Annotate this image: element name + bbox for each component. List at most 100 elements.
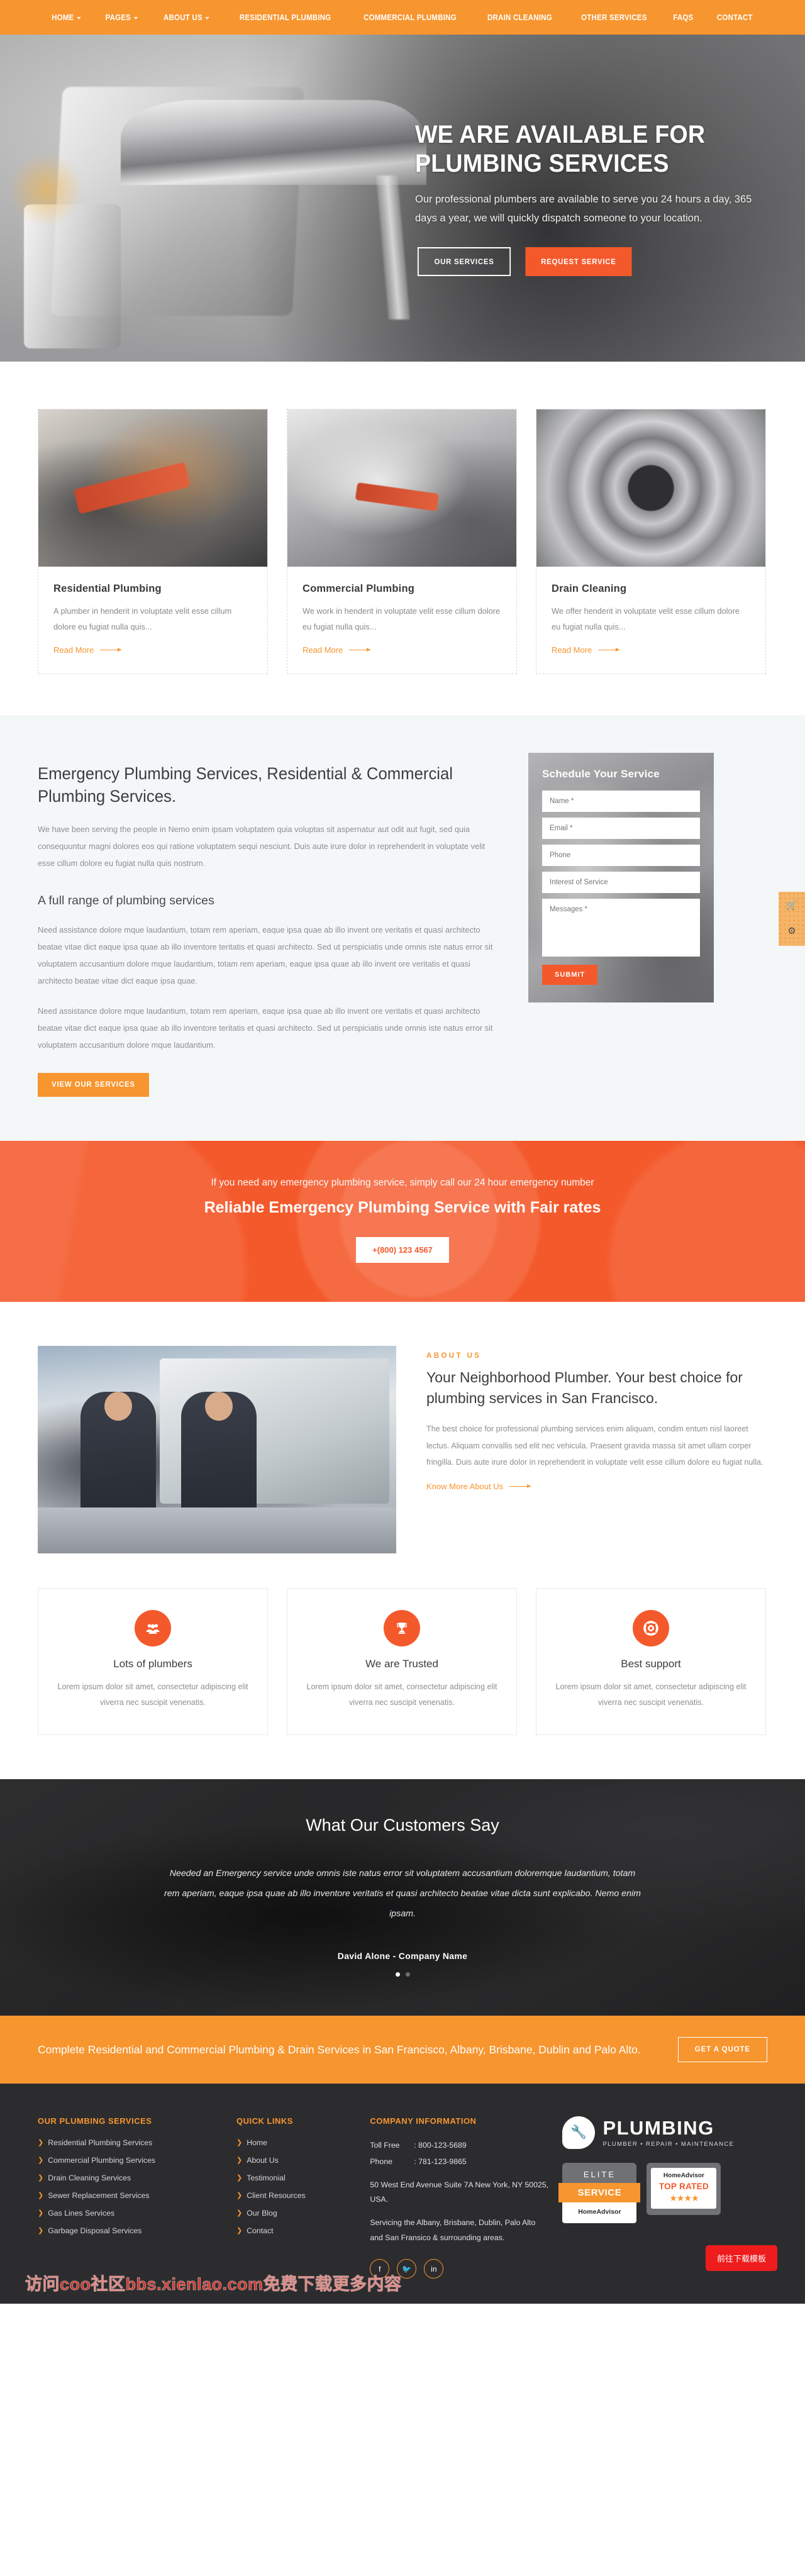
cta-inner: Complete Residential and Commercial Plum… [38, 2037, 767, 2063]
chevron-right-icon: ❯ [38, 2156, 44, 2164]
footer-link-drain[interactable]: ❯ Drain Cleaning Services [38, 2174, 224, 2182]
emergency-services-section: Emergency Plumbing Services, Residential… [0, 714, 805, 1141]
phone-input[interactable] [542, 844, 700, 866]
our-services-button[interactable]: OUR SERVICES [417, 247, 511, 276]
footer-link-label: Residential Plumbing Services [48, 2138, 153, 2148]
footer-link-contact[interactable]: ❯ Contact [236, 2226, 357, 2235]
read-more-link[interactable]: Read More [303, 645, 501, 655]
footer-link-about-us[interactable]: ❯ About Us [236, 2156, 357, 2165]
footer-link-our-blog[interactable]: ❯ Our Blog [236, 2209, 357, 2218]
footer-link-gas[interactable]: ❯ Gas Lines Services [38, 2209, 224, 2218]
badge-top-rated-label: TOP RATED [658, 2182, 709, 2192]
emergency-phone-button[interactable]: +(800) 123 4567 [356, 1237, 449, 1263]
nav-item-commercial-plumbing[interactable]: COMMERCIAL PLUMBING [355, 13, 465, 22]
read-more-link[interactable]: Read More [552, 645, 750, 655]
nav-item-contact[interactable]: CONTACT [708, 13, 762, 22]
cta-heading: Complete Residential and Commercial Plum… [38, 2043, 641, 2056]
phone-row: Phone : 781-123-9865 [370, 2155, 550, 2169]
footer-link-residential[interactable]: ❯ Residential Plumbing Services [38, 2138, 224, 2147]
pagination-dot-1[interactable] [395, 1972, 400, 1977]
brand-name: PLUMBING [602, 2116, 714, 2139]
page-root: HOME PAGES ABOUT US RESIDENTIAL PLUMBING… [0, 0, 805, 2304]
badge-top-rated: HomeAdvisor TOP RATED ★★★★ [647, 2163, 721, 2216]
name-input[interactable] [542, 790, 700, 812]
hero-banner: WE ARE AVAILABLE FOR PLUMBING SERVICES O… [0, 35, 805, 362]
nav-item-home[interactable]: HOME [43, 13, 90, 22]
wrench-tools-icon: 🔧 [562, 2116, 596, 2150]
service-card-title: Drain Cleaning [552, 583, 627, 594]
chevron-right-icon: ❯ [236, 2174, 243, 2182]
chevron-down-icon [77, 16, 82, 19]
brand-text: PLUMBING PLUMBER • REPAIR • MAINTENANCE [602, 2118, 734, 2148]
feature-text: Lorem ipsum dolor sit amet, consectetur … [306, 1682, 497, 1707]
footer-link-client-resources[interactable]: ❯ Client Resources [236, 2191, 357, 2200]
nav-item-residential-plumbing[interactable]: RESIDENTIAL PLUMBING [230, 13, 340, 22]
request-service-button[interactable]: REQUEST SERVICE [525, 247, 632, 276]
emergency-call-band: If you need any emergency plumbing servi… [0, 1141, 805, 1302]
chevron-right-icon: ❯ [236, 2209, 243, 2217]
phone-value: : 781-123-9865 [414, 2157, 467, 2166]
feature-text: Lorem ipsum dolor sit amet, consectetur … [555, 1682, 747, 1707]
chevron-down-icon [205, 16, 210, 19]
star-rating-icon: ★★★★ [669, 2193, 699, 2204]
nav-item-faqs[interactable]: FAQS [664, 13, 702, 22]
footer-link-label: Our Blog [247, 2209, 277, 2218]
service-card-image [38, 409, 267, 567]
pagination-dot-2[interactable] [405, 1972, 410, 1977]
view-our-services-button[interactable]: VIEW OUR SERVICES [38, 1073, 149, 1097]
chevron-right-icon: ❯ [38, 2191, 44, 2199]
footer-column-company-info: COMPANY INFORMATION Toll Free : 800-123-… [370, 2116, 550, 2279]
feature-card-support: Best support Lorem ipsum dolor sit amet,… [536, 1588, 766, 1736]
footer-link-label: Gas Lines Services [48, 2209, 115, 2218]
badge-homeadvisor-label: HomeAdvisor [663, 2172, 704, 2180]
brand-tagline: PLUMBER • REPAIR • MAINTENANCE [602, 2140, 735, 2148]
emergency-inner: Emergency Plumbing Services, Residential… [38, 752, 767, 1097]
feature-card-trusted: We are Trusted Lorem ipsum dolor sit ame… [287, 1588, 517, 1736]
figure-head [104, 1391, 133, 1421]
about-heading: Your Neighborhood Plumber. Your best cho… [426, 1369, 743, 1406]
service-card-drain[interactable]: Drain Cleaning We offer henderit in volu… [536, 409, 766, 674]
service-card-residential[interactable]: Residential Plumbing A plumber in hender… [38, 409, 268, 674]
service-card-text: We work in henderit in voluptate velit e… [303, 606, 501, 631]
about-inner: ABOUT US Your Neighborhood Plumber. Your… [38, 1346, 767, 1554]
plumber-figure-1 [80, 1391, 157, 1554]
footer-link-garbage[interactable]: ❯ Garbage Disposal Services [38, 2226, 224, 2235]
download-template-button[interactable]: 前往下载模板 [705, 2245, 777, 2272]
linkedin-icon[interactable]: in [424, 2259, 444, 2279]
tollfree-value: : 800-123-5689 [414, 2141, 467, 2150]
testimonial-author: David Alone - Company Name [337, 1951, 468, 1962]
chevron-down-icon [133, 16, 138, 19]
messages-textarea[interactable] [542, 898, 700, 957]
email-input[interactable] [542, 817, 700, 839]
read-more-label: Read More [552, 645, 592, 655]
get-a-quote-button[interactable]: GET A QUOTE [677, 2037, 767, 2063]
chevron-right-icon: ❯ [38, 2226, 44, 2235]
footer-link-home[interactable]: ❯ Home [236, 2138, 357, 2147]
gear-icon[interactable]: ⚙ [787, 926, 796, 936]
submit-button[interactable]: SUBMIT [542, 964, 598, 985]
read-more-link[interactable]: Read More [53, 645, 252, 655]
hero-content: WE ARE AVAILABLE FOR PLUMBING SERVICES O… [38, 35, 767, 362]
know-more-link[interactable]: Know More About Us [426, 1482, 766, 1491]
footer-link-testimonial[interactable]: ❯ Testimonial [236, 2174, 357, 2182]
interest-of-service-input[interactable] [542, 871, 700, 893]
nav-item-other-services[interactable]: OTHER SERVICES [572, 13, 656, 22]
emergency-subheading: A full range of plumbing services [38, 894, 214, 908]
site-footer: OUR PLUMBING SERVICES ❯ Residential Plumb… [0, 2084, 805, 2304]
footer-column-services: OUR PLUMBING SERVICES ❯ Residential Plumb… [38, 2116, 224, 2279]
hero-buttons: OUR SERVICES REQUEST SERVICE [415, 247, 767, 276]
brand-logo: 🔧 PLUMBING PLUMBER • REPAIR • MAINTENANC… [562, 2116, 767, 2150]
nav-item-label: FAQS [672, 13, 694, 22]
side-widget-panel: 🛒 ⚙ [779, 892, 805, 946]
nav-item-pages[interactable]: PAGES [97, 13, 147, 22]
cart-icon[interactable]: 🛒 [786, 901, 798, 910]
footer-link-sewer[interactable]: ❯ Sewer Replacement Services [38, 2191, 224, 2200]
figure-head [205, 1391, 233, 1421]
testimonial-pagination [0, 1972, 805, 1977]
service-card-commercial[interactable]: Commercial Plumbing We work in henderit … [287, 409, 517, 674]
nav-item-about-us[interactable]: ABOUT US [155, 13, 218, 22]
nav-item-drain-cleaning[interactable]: DRAIN CLEANING [479, 13, 561, 22]
footer-link-commercial[interactable]: ❯ Commercial Plumbing Services [38, 2156, 224, 2165]
footer-heading-quick-links: QUICK LINKS [236, 2116, 293, 2126]
band-line-2: Reliable Emergency Plumbing Service with… [204, 1199, 601, 1217]
